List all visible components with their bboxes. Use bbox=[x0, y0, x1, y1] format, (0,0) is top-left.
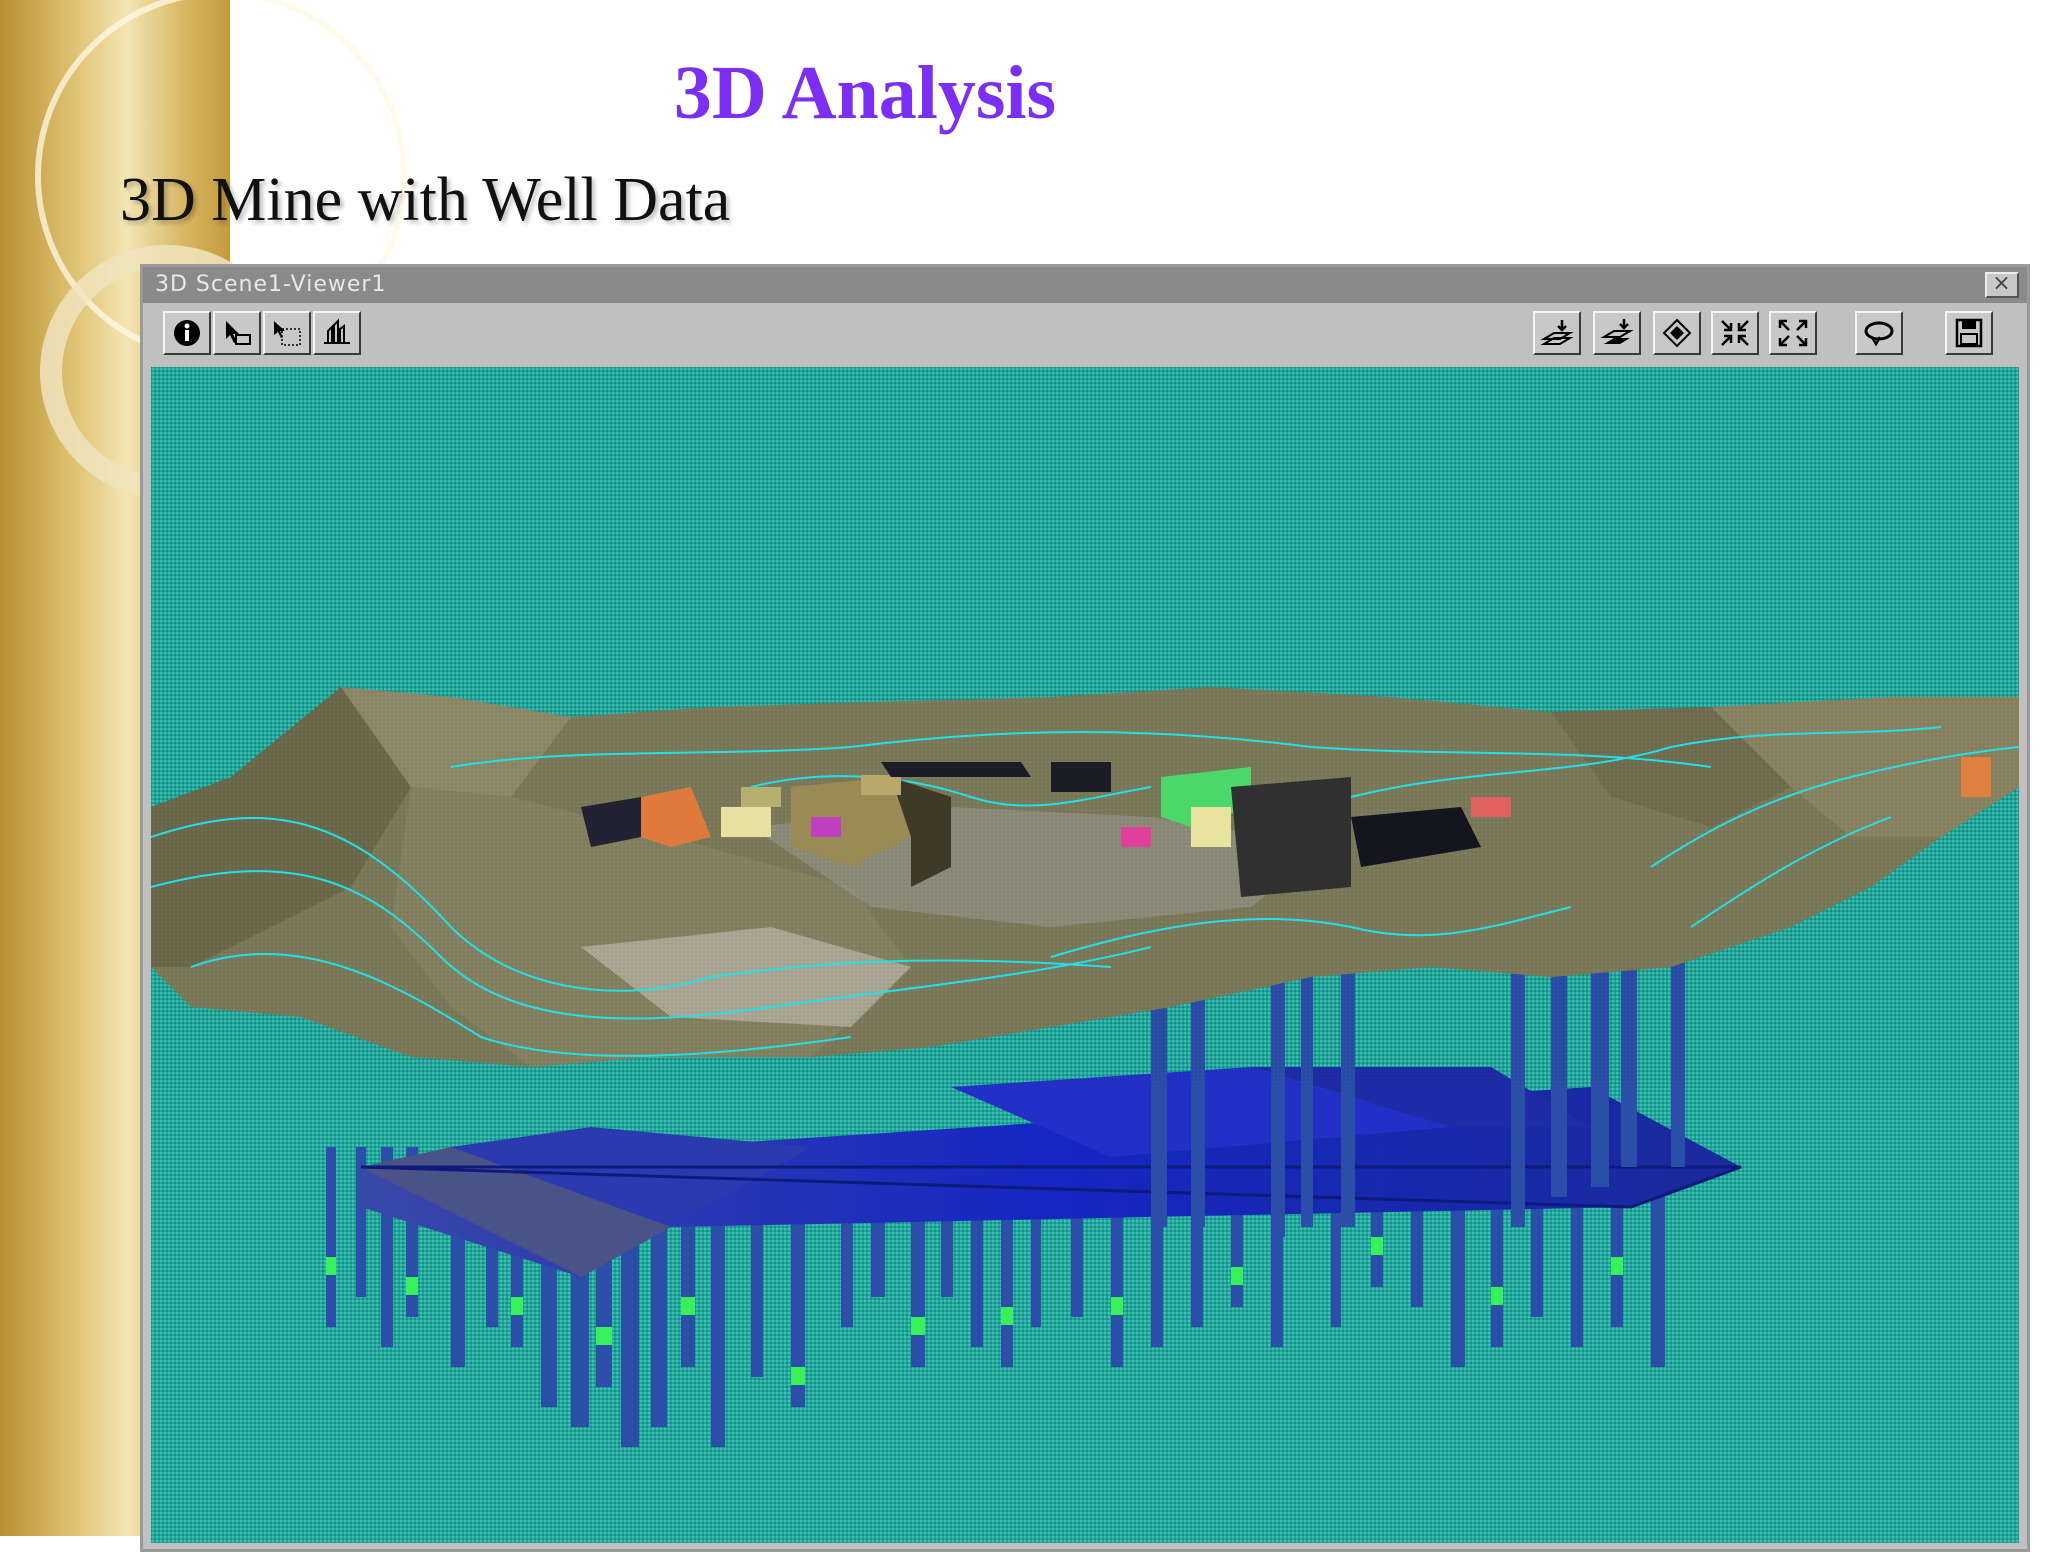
close-icon: × bbox=[1992, 271, 2012, 296]
select-pointer-button[interactable] bbox=[213, 311, 261, 355]
save-icon bbox=[1955, 318, 1983, 348]
add-layer-button[interactable] bbox=[1533, 311, 1581, 355]
full-extent-icon bbox=[1778, 319, 1808, 347]
well-marker bbox=[326, 1257, 336, 1275]
select-elements-button[interactable] bbox=[263, 311, 311, 355]
window-title: 3D Scene1-Viewer1 bbox=[155, 272, 387, 297]
navigate-button[interactable] bbox=[313, 311, 361, 355]
well-marker bbox=[1371, 1237, 1383, 1255]
well-marker bbox=[791, 1367, 805, 1385]
add-surface-button[interactable] bbox=[1593, 311, 1641, 355]
3d-scene-viewport[interactable] bbox=[151, 367, 2019, 1543]
well-marker bbox=[681, 1297, 695, 1315]
well-marker bbox=[511, 1297, 523, 1315]
select-pointer-icon bbox=[226, 321, 251, 345]
well-marker bbox=[1491, 1287, 1503, 1305]
well-marker bbox=[911, 1317, 925, 1335]
well-marker bbox=[1111, 1297, 1123, 1315]
info-icon bbox=[174, 320, 200, 346]
terrain-surface bbox=[151, 367, 2019, 1087]
zoom-in-extent-icon bbox=[1721, 320, 1749, 346]
add-layer-icon bbox=[1540, 320, 1574, 345]
rotate-view-button[interactable] bbox=[1855, 311, 1903, 355]
rotate-layer-icon bbox=[1662, 318, 1692, 348]
info-button[interactable] bbox=[163, 311, 211, 355]
well-marker bbox=[1001, 1307, 1013, 1325]
mine-3d-scene bbox=[151, 367, 2019, 1447]
navigate-icon bbox=[324, 318, 350, 344]
rotate-view-icon bbox=[1864, 321, 1894, 347]
rotate-layer-button[interactable] bbox=[1653, 311, 1701, 355]
full-extent-button[interactable] bbox=[1769, 311, 1817, 355]
select-elements-icon bbox=[274, 321, 301, 346]
well-marker bbox=[596, 1327, 612, 1345]
close-button[interactable]: × bbox=[1985, 272, 2019, 298]
well-marker bbox=[1611, 1257, 1623, 1275]
zoom-in-extent-button[interactable] bbox=[1711, 311, 1759, 355]
add-surface-icon bbox=[1600, 319, 1634, 344]
slide-subtitle: 3D Mine with Well Data bbox=[120, 166, 731, 234]
toolbar bbox=[143, 303, 2027, 359]
well-marker bbox=[1231, 1267, 1243, 1285]
well-marker bbox=[406, 1277, 418, 1295]
well-column bbox=[326, 1147, 336, 1327]
scene-viewer-window: 3D Scene1-Viewer1 × bbox=[140, 264, 2030, 1552]
save-button[interactable] bbox=[1945, 311, 1993, 355]
window-titlebar[interactable]: 3D Scene1-Viewer1 × bbox=[143, 267, 2027, 303]
slide-title: 3D Analysis bbox=[673, 51, 1057, 135]
